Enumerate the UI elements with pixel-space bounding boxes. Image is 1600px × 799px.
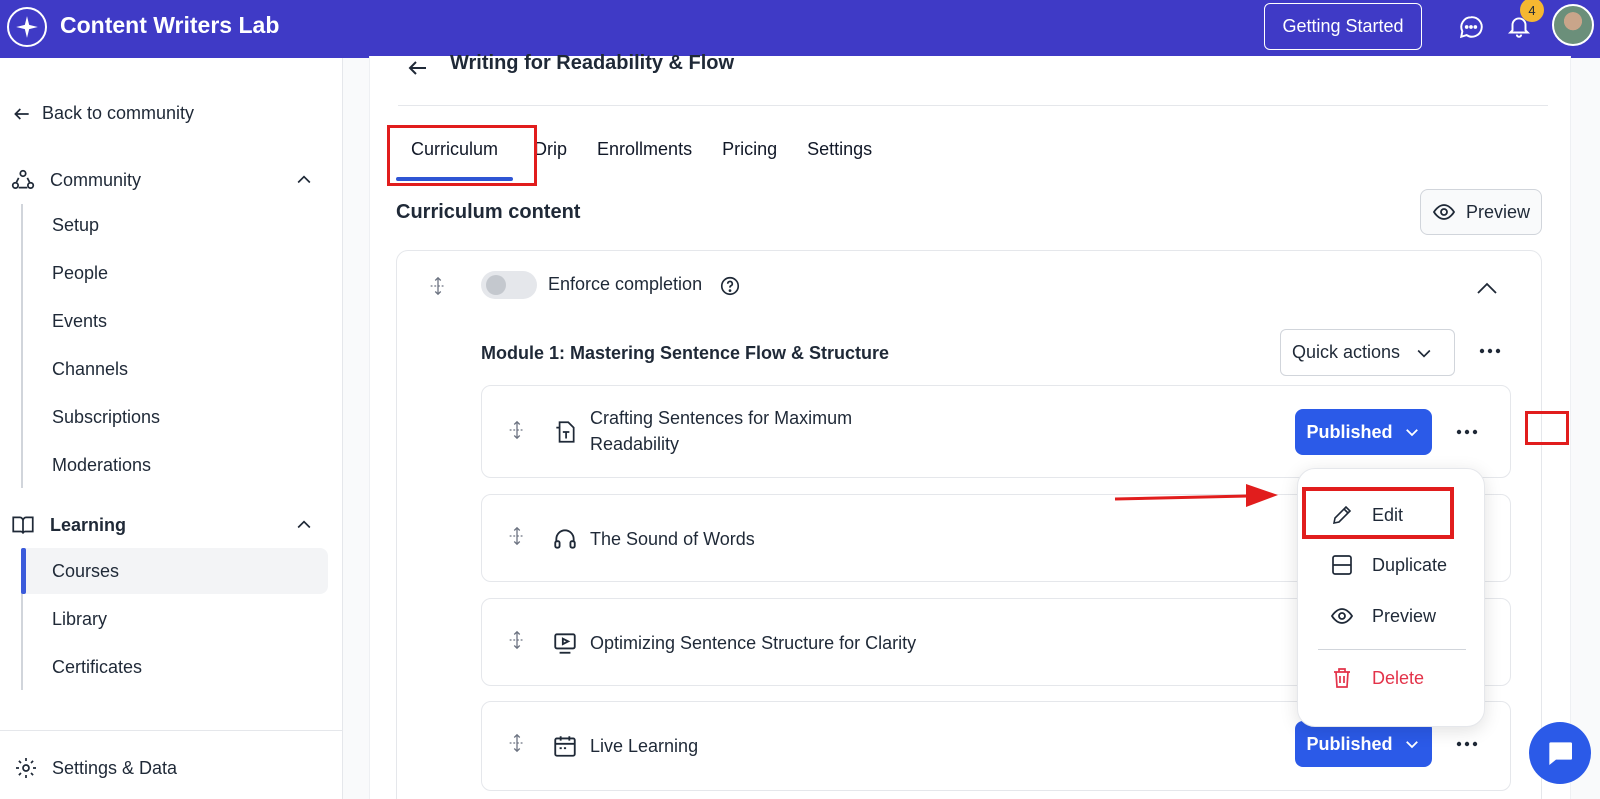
sidebar: Back to community Community Setup People… — [0, 58, 343, 799]
settings-data-label: Settings & Data — [52, 757, 178, 778]
menu-item-label: Duplicate — [1372, 554, 1448, 575]
community-label: Community — [50, 169, 142, 190]
back-to-community-link[interactable]: Back to community — [12, 103, 194, 124]
eye-icon — [1432, 204, 1456, 220]
calendar-icon — [554, 736, 576, 757]
sidebar-item-events[interactable]: Events — [22, 298, 328, 344]
settings-data-link[interactable]: Settings & Data — [14, 756, 177, 780]
drag-handle-icon[interactable] — [506, 629, 528, 651]
sidebar-item-people[interactable]: People — [22, 250, 328, 296]
quick-actions-dropdown[interactable]: Quick actions — [1280, 329, 1455, 376]
chevron-up-icon[interactable] — [294, 515, 314, 535]
community-icon — [11, 169, 35, 189]
tab-pricing[interactable]: Pricing — [707, 131, 792, 175]
menu-divider — [1318, 649, 1466, 650]
back-to-community-label: Back to community — [42, 103, 195, 123]
chevron-up-icon[interactable] — [1475, 279, 1499, 297]
annotation-box-curriculum — [387, 125, 537, 186]
quick-actions-label: Quick actions — [1292, 342, 1401, 362]
chevron-down-icon — [1405, 429, 1418, 437]
enforce-completion-label: Enforce completion — [548, 274, 703, 294]
menu-item-delete[interactable]: Delete — [1298, 656, 1486, 700]
published-status-button[interactable]: Published — [1295, 409, 1432, 455]
trash-icon — [1334, 668, 1350, 688]
drag-handle-icon[interactable] — [506, 525, 528, 547]
more-options-icon[interactable] — [1454, 422, 1480, 442]
chat-icon[interactable] — [1458, 14, 1484, 40]
menu-item-label: Delete — [1372, 667, 1425, 688]
annotation-box-more-options — [1525, 411, 1569, 445]
more-options-icon[interactable] — [1454, 734, 1480, 754]
drag-handle-icon[interactable] — [506, 732, 528, 754]
lesson-title[interactable]: Live Learning — [590, 733, 900, 759]
menu-item-preview[interactable]: Preview — [1298, 594, 1486, 638]
more-options-icon[interactable] — [1477, 341, 1503, 361]
learning-label: Learning — [50, 514, 127, 535]
duplicate-icon — [1332, 555, 1352, 575]
sidebar-item-library[interactable]: Library — [22, 596, 328, 642]
menu-item-duplicate[interactable]: Duplicate — [1298, 543, 1486, 587]
tab-enrollments[interactable]: Enrollments — [582, 131, 707, 175]
app-title[interactable]: Content Writers Lab — [60, 12, 279, 39]
sidebar-section-community[interactable]: Community — [0, 160, 343, 200]
support-chat-button[interactable] — [1529, 722, 1591, 784]
chat-bubble-icon — [1549, 742, 1572, 765]
sidebar-item-courses[interactable]: Courses — [21, 548, 328, 594]
course-title: Writing for Readability & Flow — [450, 52, 735, 74]
sidebar-footer: Settings & Data — [0, 730, 343, 799]
enforce-completion-toggle[interactable] — [481, 271, 537, 299]
chevron-up-icon[interactable] — [294, 170, 314, 190]
sidebar-item-setup[interactable]: Setup — [22, 202, 328, 248]
status-label: Published — [1306, 733, 1393, 754]
annotation-box-edit — [1302, 487, 1454, 539]
headphones-icon — [554, 529, 576, 549]
back-arrow-icon[interactable] — [406, 56, 430, 80]
video-icon — [554, 633, 576, 654]
notification-badge: 4 — [1520, 0, 1544, 22]
lesson-title[interactable]: Optimizing Sentence Structure for Clarit… — [590, 630, 1010, 656]
help-icon[interactable] — [719, 275, 741, 297]
lesson-row[interactable]: Crafting Sentences for Maximum Readabili… — [481, 385, 1511, 478]
tab-settings[interactable]: Settings — [792, 131, 887, 175]
top-bar: Content Writers Lab Getting Started 4 — [0, 0, 1600, 58]
published-status-button[interactable]: Published — [1295, 721, 1432, 767]
drag-handle-icon[interactable] — [427, 275, 449, 297]
lesson-title[interactable]: Crafting Sentences for Maximum Readabili… — [590, 405, 900, 457]
status-label: Published — [1306, 421, 1393, 442]
chevron-down-icon — [1417, 349, 1431, 358]
chevron-down-icon — [1405, 741, 1418, 749]
preview-label: Preview — [1465, 201, 1531, 222]
sidebar-item-certificates[interactable]: Certificates — [22, 644, 328, 690]
text-document-icon — [556, 421, 575, 443]
sidebar-item-moderations[interactable]: Moderations — [22, 442, 328, 488]
sidebar-item-channels[interactable]: Channels — [22, 346, 328, 392]
gear-icon — [16, 758, 36, 778]
getting-started-button[interactable]: Getting Started — [1264, 3, 1422, 50]
page-header: Writing for Readability & Flow — [398, 52, 1548, 106]
arrow-left-icon — [14, 107, 29, 120]
app-logo-icon[interactable] — [7, 7, 47, 47]
preview-button[interactable]: Preview — [1420, 189, 1542, 235]
menu-item-label: Preview — [1372, 605, 1437, 626]
sidebar-item-subscriptions[interactable]: Subscriptions — [22, 394, 328, 440]
sidebar-section-learning[interactable]: Learning — [0, 505, 343, 545]
book-icon — [12, 516, 34, 534]
curriculum-heading: Curriculum content — [396, 201, 581, 223]
lesson-title[interactable]: The Sound of Words — [590, 526, 900, 552]
module-title: Module 1: Mastering Sentence Flow & Stru… — [481, 343, 890, 363]
user-avatar[interactable] — [1552, 4, 1594, 46]
eye-icon — [1330, 608, 1354, 624]
drag-handle-icon[interactable] — [506, 419, 528, 441]
annotation-arrow-icon — [1114, 484, 1278, 507]
